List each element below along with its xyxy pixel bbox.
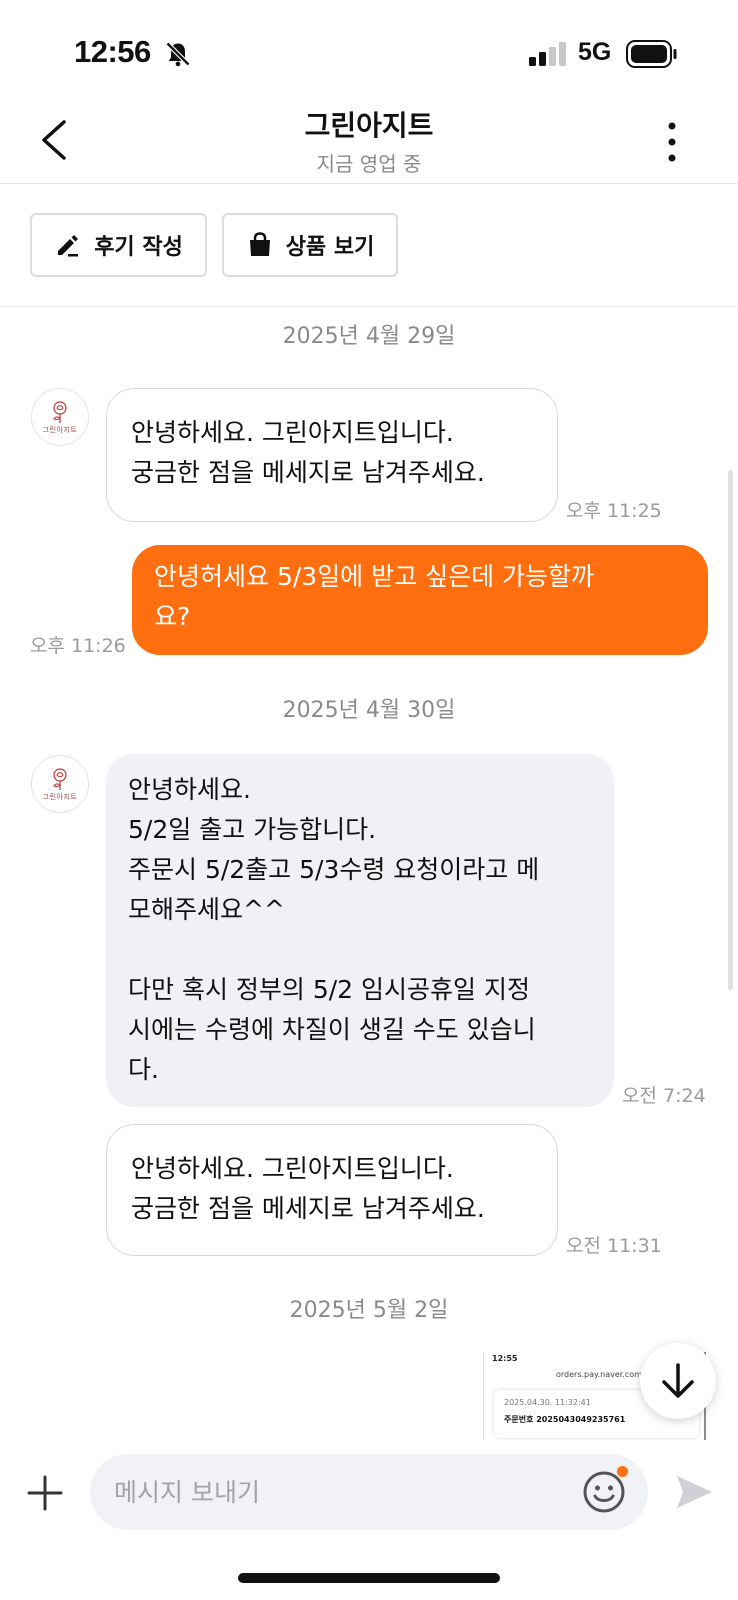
date-divider: 2025년 5월 2일 [289,1298,449,1323]
message-time: 오후 11:26 [30,635,126,657]
arrow-down-icon [662,1363,694,1398]
avatar-label: 그린아지트 [42,425,78,434]
new-badge-dot [617,1466,628,1477]
thumbnail-url: orders.pay.naver.com [556,1370,642,1379]
shopping-bag-icon [249,232,270,256]
pencil-icon [58,235,79,257]
message-input[interactable] [90,1454,648,1530]
avatar-label: 그린아지트 [42,792,78,801]
incoming-message: 안녕하세요. 그린아지트입니다. 궁금한 점을 메세지로 남겨주세요. [106,1124,558,1256]
more-options-icon[interactable] [664,120,680,164]
store-avatar[interactable]: 그린아지트 [31,755,89,813]
emoji-icon[interactable] [582,1470,626,1514]
bell-muted-icon [165,41,191,67]
send-icon[interactable] [674,1472,714,1512]
write-review-label: 후기 작성 [94,235,183,260]
incoming-message: 안녕하세요. 5/2일 출고 가능합니다. 주문시 5/2출고 5/3수령 요청… [106,754,614,1107]
rose-logo-icon [53,400,67,423]
store-status: 지금 영업 중 [316,152,422,176]
incoming-message: 안녕하세요. 그린아지트입니다. 궁금한 점을 메세지로 남겨주세요. [106,388,558,522]
scrollbar[interactable] [728,470,733,990]
thumbnail-time: 12:55 [492,1354,518,1363]
network-label: 5G [578,38,612,66]
chat-title: 그린아지트 [304,109,434,142]
status-time: 12:56 [74,34,151,69]
home-indicator [238,1573,500,1583]
date-divider: 2025년 4월 30일 [282,698,456,723]
message-time: 오전 11:31 [566,1235,662,1257]
battery-icon [626,40,677,68]
thumbnail-order-date: 2025.04.30. 11:32:41 [504,1398,591,1407]
store-avatar[interactable]: 그린아지트 [31,388,89,446]
rose-logo-icon [53,767,67,790]
chat-header: 그린아지트 지금 영업 중 [0,100,738,184]
scroll-to-bottom-button[interactable] [640,1343,716,1419]
thumbnail-order-number: 주문번호 2025043049235761 [504,1415,626,1424]
write-review-button[interactable]: 후기 작성 [30,213,207,277]
view-products-button[interactable]: 상품 보기 [222,213,398,277]
status-bar: 12:56 5G [0,0,738,100]
action-bar: 후기 작성 상품 보기 [0,185,738,307]
message-time: 오후 11:25 [566,500,662,522]
plus-icon[interactable] [26,1474,64,1512]
signal-icon [529,42,566,66]
message-time: 오전 7:24 [622,1085,706,1107]
view-products-label: 상품 보기 [285,235,375,260]
date-divider: 2025년 4월 29일 [282,324,456,349]
outgoing-message: 안녕허세요 5/3일에 받고 싶은데 가능할까 요? [132,545,708,655]
